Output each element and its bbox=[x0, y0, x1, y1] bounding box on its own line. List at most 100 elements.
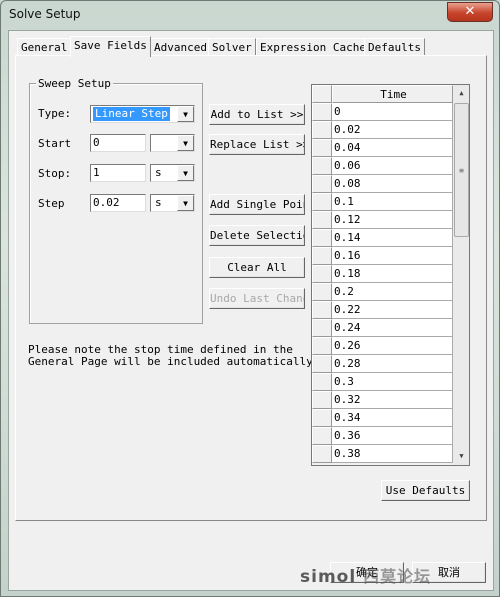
start-input[interactable]: 0 bbox=[90, 134, 146, 152]
row-header[interactable] bbox=[312, 355, 332, 373]
time-cell[interactable]: 0.28 bbox=[332, 355, 453, 373]
table-row[interactable]: 0.22 bbox=[312, 301, 453, 319]
stop-input[interactable]: 1 bbox=[90, 164, 146, 182]
ok-button[interactable]: 确定 bbox=[330, 562, 404, 583]
table-row[interactable]: 0.16 bbox=[312, 247, 453, 265]
row-header[interactable] bbox=[312, 373, 332, 391]
table-row[interactable]: 0.12 bbox=[312, 211, 453, 229]
tab-defaults[interactable]: Defaults bbox=[364, 38, 425, 56]
table-row[interactable]: 0.28 bbox=[312, 355, 453, 373]
time-cell[interactable]: 0.38 bbox=[332, 445, 453, 463]
scroll-thumb[interactable]: ≡ bbox=[454, 103, 469, 237]
time-cell[interactable]: 0.36 bbox=[332, 427, 453, 445]
tab-advanced[interactable]: Advanced bbox=[150, 38, 211, 56]
chevron-down-icon[interactable]: ▼ bbox=[177, 195, 194, 211]
tab-general[interactable]: General bbox=[17, 38, 72, 56]
stop-label: Stop: bbox=[38, 167, 72, 180]
row-header[interactable] bbox=[312, 229, 332, 247]
time-table[interactable]: Time 0 0.02 0.04 0.06 0.08 0.1 0.12 0.14 0.16 0.1… bbox=[311, 84, 470, 466]
table-row[interactable]: 0.1 bbox=[312, 193, 453, 211]
step-input[interactable]: 0.02 bbox=[90, 194, 146, 212]
start-unit-select[interactable]: ▼ bbox=[150, 134, 195, 152]
time-cell[interactable]: 0.34 bbox=[332, 409, 453, 427]
time-cell[interactable]: 0.2 bbox=[332, 283, 453, 301]
row-header[interactable] bbox=[312, 175, 332, 193]
time-cell[interactable]: 0.24 bbox=[332, 319, 453, 337]
table-row[interactable]: 0.32 bbox=[312, 391, 453, 409]
row-header[interactable] bbox=[312, 319, 332, 337]
table-header: Time bbox=[312, 85, 453, 103]
time-cell[interactable]: 0.26 bbox=[332, 337, 453, 355]
cancel-button[interactable]: 取消 bbox=[412, 562, 486, 583]
type-select[interactable]: Linear Step ▼ bbox=[90, 105, 195, 123]
row-header[interactable] bbox=[312, 121, 332, 139]
row-header[interactable] bbox=[312, 445, 332, 463]
time-cell[interactable]: 0.18 bbox=[332, 265, 453, 283]
table-row[interactable]: 0.2 bbox=[312, 283, 453, 301]
chevron-down-icon[interactable]: ▼ bbox=[177, 165, 194, 181]
time-cell[interactable]: 0.14 bbox=[332, 229, 453, 247]
table-row[interactable]: 0.14 bbox=[312, 229, 453, 247]
table-row[interactable]: 0.08 bbox=[312, 175, 453, 193]
time-cell[interactable]: 0.1 bbox=[332, 193, 453, 211]
row-header[interactable] bbox=[312, 211, 332, 229]
time-cell[interactable]: 0.02 bbox=[332, 121, 453, 139]
row-header[interactable] bbox=[312, 193, 332, 211]
corner-cell bbox=[312, 85, 332, 103]
close-button[interactable]: ✕ bbox=[447, 2, 493, 22]
time-cell[interactable]: 0.3 bbox=[332, 373, 453, 391]
step-unit-select[interactable]: s ▼ bbox=[150, 194, 195, 212]
delete-selection-button[interactable]: Delete Selection bbox=[209, 225, 305, 246]
scroll-down-icon[interactable]: ▼ bbox=[453, 448, 469, 465]
row-header[interactable] bbox=[312, 301, 332, 319]
clear-all-button[interactable]: Clear All bbox=[209, 257, 305, 278]
table-row[interactable]: 0.24 bbox=[312, 319, 453, 337]
row-header[interactable] bbox=[312, 265, 332, 283]
chevron-down-icon[interactable]: ▼ bbox=[177, 135, 194, 151]
table-row[interactable]: 0.36 bbox=[312, 427, 453, 445]
table-row[interactable]: 0.18 bbox=[312, 265, 453, 283]
replace-list-button[interactable]: Replace List >> bbox=[209, 134, 305, 155]
table-row[interactable]: 0.02 bbox=[312, 121, 453, 139]
add-to-list-button[interactable]: Add to List >> bbox=[209, 104, 305, 125]
row-header[interactable] bbox=[312, 391, 332, 409]
close-icon: ✕ bbox=[464, 4, 476, 19]
undo-last-change-button[interactable]: Undo Last Change bbox=[209, 288, 305, 309]
stop-unit-select[interactable]: s ▼ bbox=[150, 164, 195, 182]
table-row[interactable]: 0.04 bbox=[312, 139, 453, 157]
stop-time-note: Please note the stop time defined in the… bbox=[28, 343, 320, 368]
row-header[interactable] bbox=[312, 409, 332, 427]
tab-expression-cache[interactable]: Expression Cache bbox=[256, 38, 370, 56]
time-cell[interactable]: 0.04 bbox=[332, 139, 453, 157]
row-header[interactable] bbox=[312, 283, 332, 301]
time-cell[interactable]: 0.16 bbox=[332, 247, 453, 265]
time-cell[interactable]: 0.08 bbox=[332, 175, 453, 193]
tab-save-fields[interactable]: Save Fields bbox=[70, 36, 151, 57]
time-cell[interactable]: 0.22 bbox=[332, 301, 453, 319]
time-cell[interactable]: 0.06 bbox=[332, 157, 453, 175]
table-row[interactable]: 0.26 bbox=[312, 337, 453, 355]
add-single-point-button[interactable]: Add Single Point bbox=[209, 194, 305, 215]
table-row[interactable]: 0.3 bbox=[312, 373, 453, 391]
tab-solver[interactable]: Solver bbox=[208, 38, 256, 56]
use-defaults-button[interactable]: Use Defaults bbox=[381, 480, 470, 501]
stop-unit-value: s bbox=[155, 166, 162, 179]
time-cell[interactable]: 0.12 bbox=[332, 211, 453, 229]
time-column-header[interactable]: Time bbox=[332, 85, 453, 103]
chevron-down-icon[interactable]: ▼ bbox=[177, 106, 194, 122]
table-row[interactable]: 0.34 bbox=[312, 409, 453, 427]
row-header[interactable] bbox=[312, 103, 332, 121]
table-row[interactable]: 0.38 bbox=[312, 445, 453, 463]
vertical-scrollbar[interactable]: ▲ ≡ ▼ bbox=[453, 85, 469, 465]
scroll-up-icon[interactable]: ▲ bbox=[453, 85, 469, 102]
row-header[interactable] bbox=[312, 157, 332, 175]
row-header[interactable] bbox=[312, 427, 332, 445]
table-row[interactable]: 0.06 bbox=[312, 157, 453, 175]
table-row[interactable]: 0 bbox=[312, 103, 453, 121]
type-label: Type: bbox=[38, 107, 72, 120]
row-header[interactable] bbox=[312, 139, 332, 157]
time-cell[interactable]: 0 bbox=[332, 103, 453, 121]
row-header[interactable] bbox=[312, 337, 332, 355]
row-header[interactable] bbox=[312, 247, 332, 265]
time-cell[interactable]: 0.32 bbox=[332, 391, 453, 409]
